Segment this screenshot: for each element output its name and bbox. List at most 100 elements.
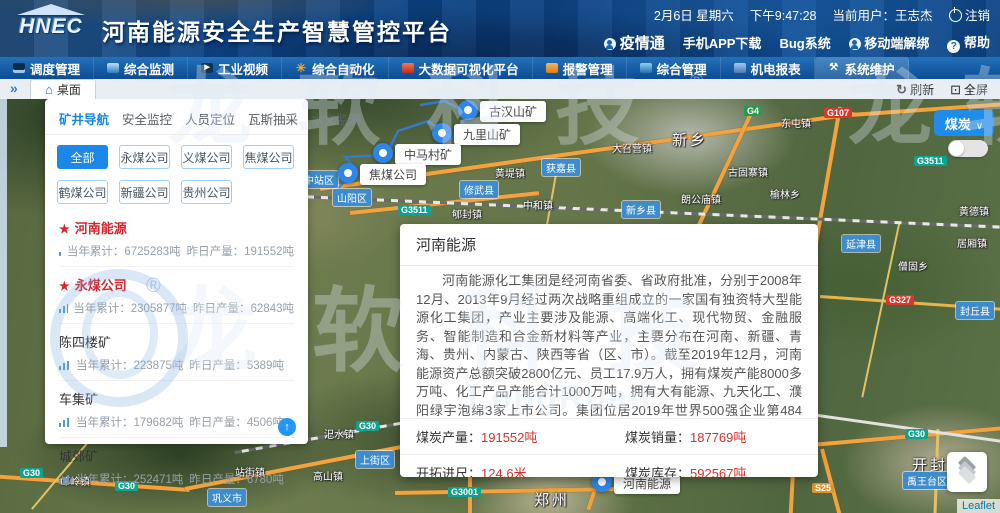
menu-item-reports[interactable]: 机电报表: [721, 57, 815, 79]
pin-dot-icon: [379, 149, 387, 157]
town-label: 榆林乡: [770, 186, 800, 201]
filter-yimei[interactable]: 义煤公司: [181, 145, 232, 169]
panel-tab-bar: 矿井导航 安全监控 人员定位 瓦斯抽采 水文监测: [45, 99, 308, 135]
road-badge: G327: [886, 295, 914, 305]
collapsed-side-rail[interactable]: [0, 99, 7, 447]
company-info-popup: 河南能源 河南能源化工集团是经河南省委、省政府批准，分别于2008年12月、20…: [400, 224, 818, 477]
mine-list-item[interactable]: 车集矿 当年累计：179682吨昨日产量：4506吨: [59, 381, 294, 438]
panel-tab-gas[interactable]: 瓦斯抽采: [248, 109, 298, 128]
stat-coal-stock: 煤炭库存：592567吨: [609, 455, 818, 477]
town-label: 郇封镇: [452, 206, 482, 221]
epidemic-link[interactable]: 疫情通: [604, 32, 665, 53]
filter-yongmei[interactable]: 永煤公司: [119, 145, 170, 169]
coal-layer-button[interactable]: 煤炭: [934, 110, 994, 136]
alarm-book-icon: [546, 63, 558, 73]
district-badge: 延津县: [842, 235, 880, 252]
page-title: 河南能源安全生产智慧管控平台: [102, 13, 452, 47]
bar-chart-icon: [59, 475, 70, 484]
road-badge: G3511: [398, 205, 431, 215]
menu-item-video[interactable]: 工业视频: [188, 57, 282, 79]
refresh-button[interactable]: 刷新: [896, 81, 934, 98]
map-pin-jiulishan[interactable]: [432, 123, 452, 143]
time-label: 下午9:47:28: [750, 5, 817, 24]
menu-item-dispatch[interactable]: 调度管理: [0, 57, 94, 79]
date-label: 2月6日 星期六: [654, 5, 734, 24]
town-label: 居厢镇: [957, 235, 987, 250]
filter-hemei[interactable]: 鹤煤公司: [57, 180, 108, 204]
road-badge: G3511: [914, 156, 947, 166]
layer-toggle-switch[interactable]: [948, 140, 988, 157]
pin-dot-icon: [598, 478, 606, 486]
menu-item-maintenance[interactable]: 系统维护: [815, 57, 909, 79]
pin-dot-icon: [344, 169, 352, 177]
toggle-knob: [949, 141, 964, 156]
menu-item-bigdata[interactable]: 大数据可视化平台: [389, 57, 533, 79]
mine-list-item[interactable]: 城郊矿 当年累计：252471吨昨日产量：6780吨: [59, 438, 294, 494]
hnec-logo: HNEC: [8, 4, 94, 52]
map-pin-zhongmacun[interactable]: [373, 143, 393, 163]
management-monitor-icon: [640, 63, 652, 73]
popup-description: 河南能源化工集团是经河南省委、省政府批准，分别于2008年12月、2013年9月…: [400, 266, 818, 418]
company-filters: 全部 永煤公司 义煤公司 焦煤公司 鹤煤公司 新疆公司 贵州公司: [45, 135, 308, 208]
panel-tab-hydrology[interactable]: 水文监测: [311, 109, 361, 128]
fullscreen-icon: [950, 82, 961, 98]
mobile-unbind-link[interactable]: 移动端解绑: [849, 33, 930, 52]
town-label: 黄堤镇: [495, 165, 525, 180]
monitor-icon: [107, 63, 119, 73]
map-pin-guhanshan[interactable]: [458, 100, 478, 120]
bug-system-link[interactable]: Bug系统: [779, 33, 830, 52]
logout-link[interactable]: 注销: [949, 5, 991, 24]
current-user-label: 当前用户：王志杰: [832, 5, 932, 24]
bar-chart-icon: [59, 361, 70, 370]
filter-jiaomei[interactable]: 焦煤公司: [243, 145, 294, 169]
app-download-link[interactable]: 手机APP下载: [683, 33, 762, 52]
main-menu-bar: 调度管理 综合监测 工业视频 综合自动化 大数据可视化平台 报警管理 综合管理 …: [0, 57, 1000, 79]
stat-tunneling: 开拓进尺：124.6米: [400, 455, 609, 477]
map-stage[interactable]: 新乡 郑州 开封 中站区 山阳区 修武县 获嘉县 新乡县 延津县 封丘县 巩义市…: [0, 99, 1000, 513]
mine-list-item[interactable]: 陈四楼矿 当年累计：223875吨昨日产量：5389吨: [59, 324, 294, 381]
district-badge: 修武县: [460, 181, 498, 198]
menu-item-automation[interactable]: 综合自动化: [282, 57, 389, 79]
help-link[interactable]: 帮助: [947, 32, 990, 53]
map-layers-control[interactable]: [947, 452, 987, 492]
panel-tab-mine-nav[interactable]: 矿井导航: [59, 109, 109, 128]
bigdata-icon: [402, 63, 414, 73]
district-badge: 获嘉县: [542, 159, 580, 176]
road-badge: G30: [20, 468, 43, 478]
filter-all[interactable]: 全部: [57, 145, 108, 169]
city-label: 郑州: [534, 489, 570, 510]
filter-xinjiang[interactable]: 新疆公司: [119, 180, 170, 204]
mobile-unbind-icon: [849, 38, 861, 50]
logo-roof-icon: [17, 4, 85, 15]
collapse-chevron-icon[interactable]: »: [10, 80, 18, 96]
road-badge: G3001: [448, 487, 481, 497]
mine-list-item[interactable]: 河南能源 当年累计：6725283吨昨日产量：191552吨: [59, 210, 294, 267]
panel-tab-safety[interactable]: 安全监控: [122, 109, 172, 128]
town-label: 中和镇: [523, 197, 553, 212]
district-badge: 禹王台区: [903, 472, 951, 489]
map-pin-label[interactable]: 古汉山矿: [480, 101, 546, 122]
video-play-icon: [201, 63, 213, 73]
map-pin-label[interactable]: 九里山矿: [454, 124, 520, 145]
mine-list-item[interactable]: 永煤公司 当年累计：2305877吨昨日产量：62843吨: [59, 267, 294, 324]
road-badge: G4: [744, 106, 762, 116]
scroll-up-button[interactable]: [278, 418, 296, 436]
wrench-icon: [828, 63, 840, 73]
menu-item-alarm[interactable]: 报警管理: [533, 57, 627, 79]
menu-item-management[interactable]: 综合管理: [627, 57, 721, 79]
panel-tab-personnel[interactable]: 人员定位: [185, 109, 235, 128]
refresh-icon: [896, 82, 907, 98]
workspace-tab-bar: » 桌面 刷新 全屏: [0, 79, 1000, 100]
town-label: 汜水镇: [324, 426, 354, 441]
stat-coal-output: 煤炭产量：191552吨: [400, 419, 609, 454]
gear-icon: [295, 63, 307, 73]
fullscreen-button[interactable]: 全屏: [950, 81, 988, 98]
map-pin-label[interactable]: 中马村矿: [395, 144, 461, 165]
tab-desktop[interactable]: 桌面: [30, 79, 96, 99]
map-pin-label[interactable]: 焦煤公司: [360, 164, 426, 185]
map-pin-jiaomei[interactable]: [338, 163, 358, 183]
menu-item-monitoring[interactable]: 综合监测: [94, 57, 188, 79]
leaflet-attribution[interactable]: Leaflet: [957, 499, 1000, 513]
town-label: 僧固乡: [898, 258, 928, 273]
filter-guizhou[interactable]: 贵州公司: [181, 180, 232, 204]
